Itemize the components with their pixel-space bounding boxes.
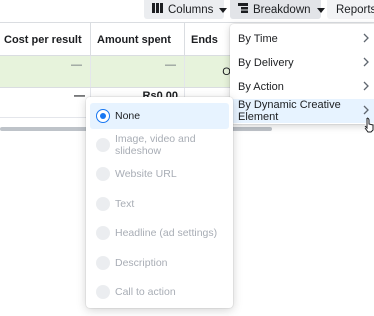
columns-button[interactable]: Columns [144,0,228,19]
submenu-item-website-url[interactable]: Website URL [90,161,229,187]
cost-per-result-cell: — [0,56,91,87]
submenu-item-label: Description [115,257,168,269]
radio-button[interactable] [96,197,110,211]
caret-down-icon [316,4,325,16]
submenu-item-label: Image, video and slideshow [115,133,196,157]
submenu-item-description[interactable]: Description [90,250,229,276]
menu-item-label: By Action [238,81,284,93]
submenu-item-headline[interactable]: Headline (ad settings) [90,220,229,246]
column-header-amount-spent[interactable]: Amount spent [91,23,185,56]
menu-item-label: By Delivery [238,57,294,69]
chevron-right-icon [363,57,369,70]
breakdown-button[interactable]: Breakdown [230,0,325,19]
radio-button[interactable] [96,256,110,270]
radio-button[interactable] [96,167,110,181]
submenu-item-image-video-slideshow[interactable]: Image, video and slideshow [90,132,229,158]
caret-down-icon [219,4,228,16]
columns-icon [152,3,163,16]
breakdown-menu: By Time By Delivery By Action By Dynamic… [230,24,374,124]
reports-label: Reports [336,3,374,16]
menu-item-label: By Time [238,33,278,45]
submenu-item-text[interactable]: Text [90,191,229,217]
radio-button[interactable] [96,138,110,152]
submenu-item-call-to-action[interactable]: Call to action [90,279,229,305]
menu-item-label: By Dynamic Creative Element [238,99,341,123]
chevron-right-icon [363,33,369,46]
submenu-item-label: None [115,110,141,122]
column-header-cost-per-result[interactable]: Cost per result [0,23,91,56]
chevron-right-icon [363,81,369,94]
breakdown-item-by-delivery[interactable]: By Delivery [230,51,374,75]
radio-button[interactable] [96,285,110,299]
breakdown-icon [238,3,248,16]
submenu-item-none[interactable]: None [90,103,229,129]
reports-button[interactable]: Reports [327,0,374,19]
mouse-cursor-icon [364,117,374,136]
breakdown-item-by-dynamic-creative-element[interactable]: By Dynamic Creative Element [230,99,374,123]
columns-label: Columns [168,3,214,16]
amount-spent-cell: — [91,56,185,87]
submenu-item-label: Call to action [115,286,176,298]
submenu-item-label: Website URL [115,168,177,180]
dynamic-creative-submenu: None Image, video and slideshow Website … [86,97,233,308]
radio-button[interactable] [96,109,110,123]
cost-per-result-total: — [0,88,91,117]
toolbar: Columns Breakdown Reports [0,0,374,22]
radio-button[interactable] [96,226,110,240]
breakdown-item-by-time[interactable]: By Time [230,27,374,51]
breakdown-item-by-action[interactable]: By Action [230,75,374,99]
submenu-item-label: Headline (ad settings) [115,227,218,239]
submenu-item-label: Text [115,198,135,210]
breakdown-label: Breakdown [253,3,311,16]
